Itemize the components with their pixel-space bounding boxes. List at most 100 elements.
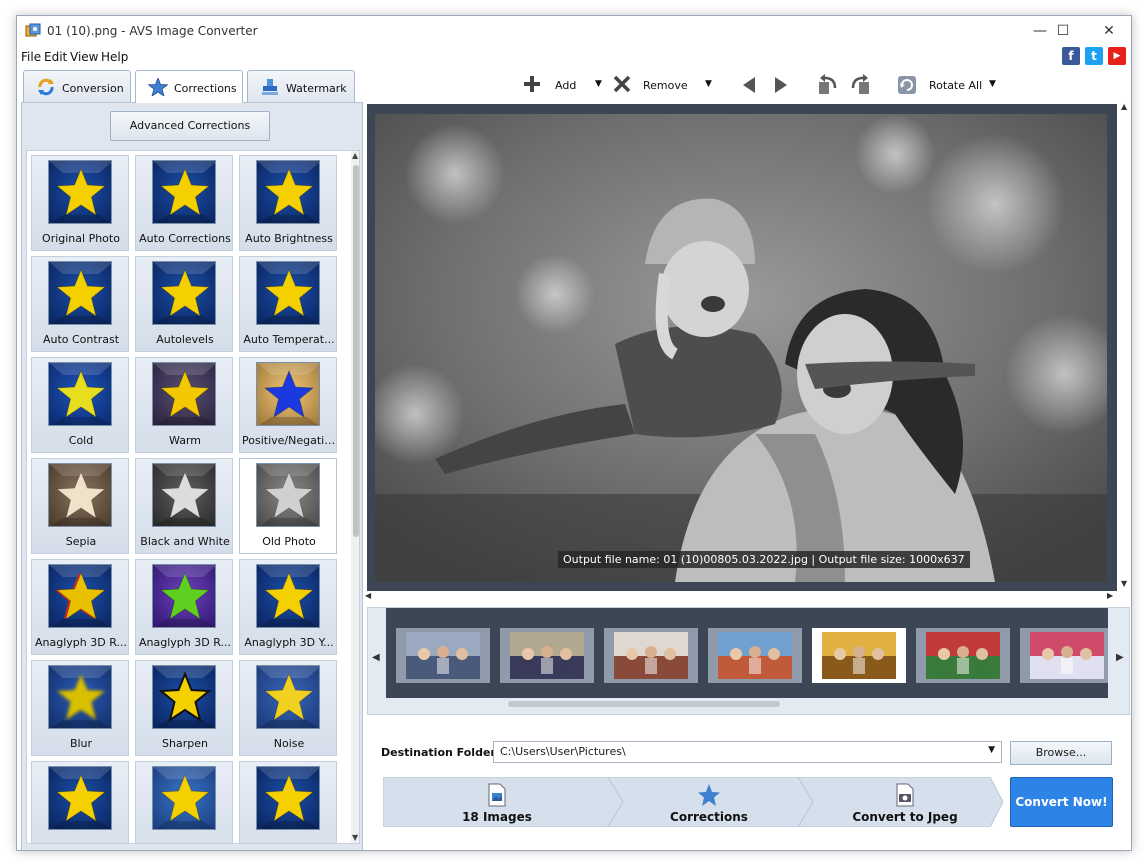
thumb-kids-running[interactable] xyxy=(916,628,1010,683)
effect-thumbnail xyxy=(48,564,112,628)
effects-scrollbar[interactable]: ▲ ▼ xyxy=(351,151,359,843)
tab-bar: Conversion Corrections Watermark xyxy=(17,70,365,103)
tab-corrections[interactable]: Corrections xyxy=(135,70,243,103)
star-icon xyxy=(153,363,215,425)
strip-scroll-left[interactable]: ◀ xyxy=(372,652,380,663)
add-dropdown[interactable]: ▼ xyxy=(593,72,607,98)
effect-thumbnail xyxy=(256,362,320,426)
destination-path-input[interactable]: C:\Users\User\Pictures\ ▼ xyxy=(493,741,1002,763)
thumb-office-meeting[interactable] xyxy=(604,628,698,683)
star-icon xyxy=(148,78,168,96)
preview-horizontal-scrollbar[interactable]: ◀ ▶ xyxy=(365,591,1117,603)
rotate-right-icon xyxy=(851,74,869,94)
effect-cold[interactable]: Cold xyxy=(31,357,129,453)
effect-positive-negative[interactable]: Positive/Negative xyxy=(239,357,337,453)
effect-unnamed-20[interactable] xyxy=(239,761,337,843)
strip-scroll-right[interactable]: ▶ xyxy=(1116,652,1124,663)
remove-x-icon xyxy=(613,75,631,93)
remove-dropdown[interactable]: ▼ xyxy=(703,72,717,98)
star-icon xyxy=(153,565,215,627)
rotate-left-icon xyxy=(819,74,837,94)
effect-label: Positive/Negative xyxy=(242,434,336,447)
effect-label: Anaglyph 3D R... xyxy=(35,636,127,649)
preview-vertical-scrollbar[interactable]: ▲ ▼ xyxy=(1119,102,1131,591)
effect-sepia[interactable]: Sepia xyxy=(31,458,129,554)
effect-auto-brightness[interactable]: Auto Brightness xyxy=(239,155,337,251)
menu-view[interactable]: View xyxy=(70,50,98,64)
image-preview xyxy=(367,104,1117,591)
convert-now-button[interactable]: Convert Now! xyxy=(1010,777,1113,827)
effect-unnamed-19[interactable] xyxy=(135,761,233,843)
arrow-right-icon xyxy=(775,77,787,93)
effect-anaglyph-3d-r[interactable]: Anaglyph 3D R... xyxy=(135,559,233,655)
refresh-icon xyxy=(38,78,54,96)
thumb-graduation[interactable] xyxy=(500,628,594,683)
step-images[interactable]: 18 Images xyxy=(383,777,611,827)
star-icon xyxy=(257,464,319,526)
rotate-right-button[interactable] xyxy=(847,72,873,98)
youtube-icon[interactable]: ▶ xyxy=(1108,47,1126,65)
menu-help[interactable]: Help xyxy=(101,50,128,64)
menu-edit[interactable]: Edit xyxy=(44,50,67,64)
rotate-all-icon xyxy=(898,76,916,94)
destination-path-value: C:\Users\User\Pictures\ xyxy=(500,745,626,758)
rotate-left-button[interactable] xyxy=(815,72,841,98)
effect-autolevels[interactable]: Autolevels xyxy=(135,256,233,352)
effect-label: Anaglyph 3D R... xyxy=(139,636,231,649)
rotate-all-button[interactable]: Rotate All xyxy=(895,72,995,98)
thumbnail-strip: ◀ ▶ xyxy=(367,607,1130,715)
rotate-all-dropdown[interactable]: ▼ xyxy=(987,72,1001,98)
thumb-kids-smiling[interactable] xyxy=(708,628,802,683)
title-bar: 01 (10).png - AVS Image Converter — ☐ ✕ xyxy=(17,16,1131,46)
effect-anaglyph-3d-r[interactable]: Anaglyph 3D R... xyxy=(31,559,129,655)
effect-noise[interactable]: Noise xyxy=(239,660,337,756)
camera-file-icon xyxy=(896,783,914,807)
tab-conversion[interactable]: Conversion xyxy=(23,70,131,102)
thumb-party[interactable] xyxy=(1020,628,1108,683)
step-corrections[interactable]: Corrections xyxy=(611,777,807,827)
effect-original-photo[interactable]: Original Photo xyxy=(31,155,129,251)
effect-unnamed-18[interactable] xyxy=(31,761,129,843)
thumbnail-image xyxy=(406,632,480,679)
effect-auto-contrast[interactable]: Auto Contrast xyxy=(31,256,129,352)
effect-label: Auto Brightness xyxy=(245,232,333,245)
effect-thumbnail xyxy=(256,463,320,527)
maximize-button[interactable]: ☐ xyxy=(1040,16,1086,46)
effect-label: Black and White xyxy=(140,535,230,548)
effect-thumbnail xyxy=(256,665,320,729)
effect-thumbnail xyxy=(152,766,216,830)
star-icon xyxy=(257,666,319,728)
thumb-group-crowd[interactable] xyxy=(396,628,490,683)
previous-button[interactable] xyxy=(739,72,761,98)
facebook-icon[interactable]: f xyxy=(1062,47,1080,65)
star-icon xyxy=(257,363,319,425)
step-convert-to-jpeg[interactable]: Convert to Jpeg xyxy=(807,777,1003,827)
effect-auto-temperat[interactable]: Auto Temperat... xyxy=(239,256,337,352)
main-toolbar: Add ▼ Remove ▼ Rotate All ▼ xyxy=(517,72,1017,98)
app-logo-icon xyxy=(25,23,41,37)
chevron-down-icon[interactable]: ▼ xyxy=(988,745,995,755)
effect-label: Original Photo xyxy=(42,232,120,245)
twitter-icon[interactable]: t xyxy=(1085,47,1103,65)
remove-button[interactable]: Remove xyxy=(613,72,713,98)
next-button[interactable] xyxy=(771,72,793,98)
thumb-mother-child[interactable] xyxy=(812,628,906,683)
effect-blur[interactable]: Blur xyxy=(31,660,129,756)
thumbnail-image xyxy=(614,632,688,679)
advanced-corrections-button[interactable]: Advanced Corrections xyxy=(110,111,270,141)
effects-scroll-thumb[interactable] xyxy=(353,165,359,537)
tab-watermark[interactable]: Watermark xyxy=(247,70,355,102)
effect-warm[interactable]: Warm xyxy=(135,357,233,453)
star-icon xyxy=(153,464,215,526)
strip-scroll-thumb[interactable] xyxy=(508,701,780,707)
browse-button[interactable]: Browse... xyxy=(1010,741,1112,765)
effect-black-and-white[interactable]: Black and White xyxy=(135,458,233,554)
effect-anaglyph-3d-y[interactable]: Anaglyph 3D Y... xyxy=(239,559,337,655)
plus-icon xyxy=(524,76,540,92)
close-button[interactable]: ✕ xyxy=(1086,16,1131,46)
effect-old-photo[interactable]: Old Photo xyxy=(239,458,337,554)
effect-sharpen[interactable]: Sharpen xyxy=(135,660,233,756)
menu-file[interactable]: File xyxy=(21,50,41,64)
add-button[interactable]: Add xyxy=(523,72,603,98)
effect-auto-corrections[interactable]: Auto Corrections xyxy=(135,155,233,251)
